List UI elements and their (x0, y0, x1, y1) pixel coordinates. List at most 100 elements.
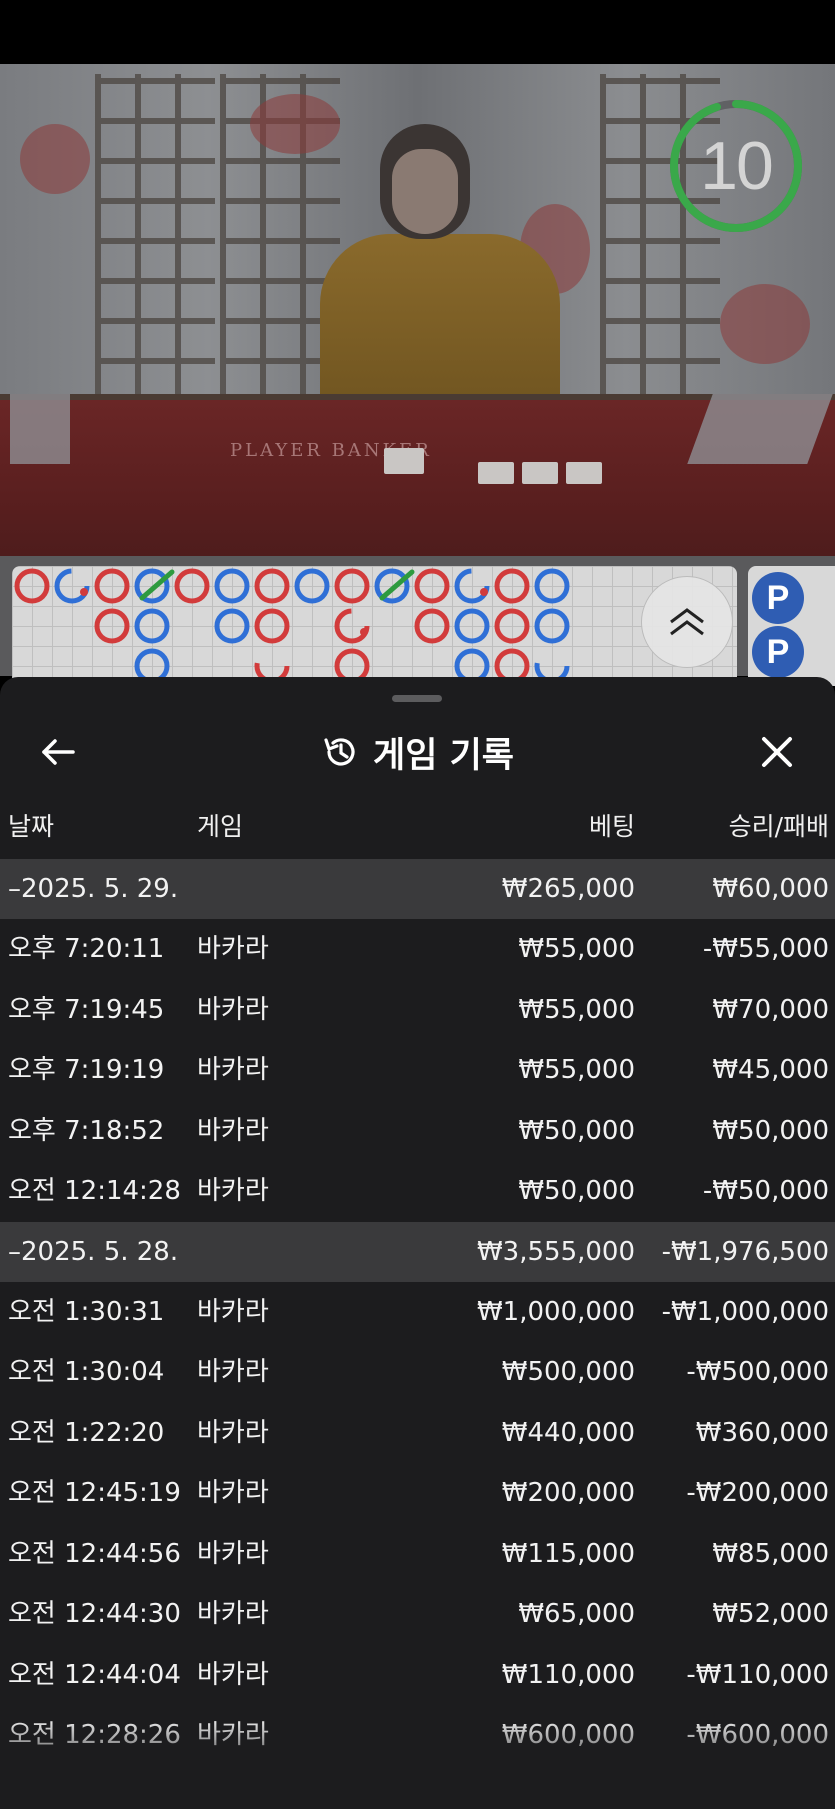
row-win-loss: ₩360,000 (695, 1417, 829, 1448)
banker-mark (334, 568, 370, 604)
row-time: 오전 12:44:04 (8, 1659, 181, 1690)
row-bet: ₩500,000 (501, 1357, 635, 1387)
table-row[interactable]: 오전 12:28:26 바카라 ₩600,000 -₩600,000 (0, 1705, 835, 1765)
table-row[interactable]: 오전 12:44:04 바카라 ₩110,000 -₩110,000 (0, 1645, 835, 1705)
banker-mark (94, 608, 130, 644)
player-mark (294, 568, 330, 604)
row-time: 오전 1:30:31 (8, 1296, 165, 1327)
banker-mark (174, 568, 210, 604)
table-row[interactable]: 오전 1:30:04 바카라 ₩500,000 -₩500,000 (0, 1342, 835, 1402)
playing-card (478, 462, 514, 484)
pair-dot (80, 588, 88, 596)
row-game: 바카라 (197, 1115, 269, 1146)
card-deck (10, 394, 70, 464)
status-bar (0, 0, 835, 64)
row-win-loss: ₩50,000 (712, 1115, 829, 1146)
table-row[interactable]: 오후 7:20:11 바카라 ₩55,000 -₩55,000 (0, 919, 835, 979)
sheet-drag-handle[interactable] (392, 695, 442, 702)
big-road-board (12, 566, 737, 686)
player-mark (134, 608, 170, 644)
blossom-decoration (720, 284, 810, 364)
row-win-loss: ₩70,000 (712, 994, 829, 1025)
row-bet: ₩440,000 (501, 1417, 635, 1448)
banker-mark (494, 568, 530, 604)
column-header-bet[interactable]: 베팅 (589, 807, 635, 843)
table-row[interactable]: 오전 12:14:28 바카라 ₩50,000 -₩50,000 (0, 1161, 835, 1221)
row-bet: ₩115,000 (501, 1538, 635, 1569)
countdown-number: 10 (700, 128, 774, 204)
column-header-date[interactable]: 날짜 (8, 807, 54, 843)
row-time: 오전 1:22:20 (8, 1417, 165, 1448)
table-row[interactable]: 오전 12:44:30 바카라 ₩65,000 ₩52,000 (0, 1584, 835, 1644)
player-prediction-badge[interactable]: P (752, 572, 804, 624)
double-chevron-up-icon (670, 608, 704, 636)
row-win-loss: -₩110,000 (686, 1659, 829, 1690)
banker-mark (494, 608, 530, 644)
player-prediction-badge[interactable]: P (752, 626, 804, 678)
row-game: 바카라 (197, 994, 269, 1025)
group-total-win-loss: ₩60,000 (712, 874, 829, 904)
close-button[interactable] (752, 729, 802, 775)
table-row[interactable]: 오전 12:44:56 바카라 ₩115,000 ₩85,000 (0, 1524, 835, 1584)
row-game: 바카라 (197, 1599, 269, 1629)
row-bet: ₩55,000 (518, 934, 635, 964)
row-game: 바카라 (197, 1055, 269, 1085)
row-bet: ₩50,000 (518, 1115, 635, 1146)
table-row[interactable]: 오전 1:22:20 바카라 ₩440,000 ₩360,000 (0, 1403, 835, 1463)
table-row[interactable]: 오후 7:19:45 바카라 ₩55,000 ₩70,000 (0, 980, 835, 1040)
column-header-win-loss[interactable]: 승리/패배 (729, 807, 829, 843)
row-bet: ₩200,000 (501, 1478, 635, 1508)
sheet-header: 게임 기록 (0, 717, 835, 787)
playing-card (384, 448, 424, 474)
banker-mark (414, 568, 450, 604)
group-total-win-loss: -₩1,976,500 (661, 1236, 829, 1267)
column-header-game[interactable]: 게임 (197, 807, 243, 843)
pair-dot (480, 588, 488, 596)
row-game: 바카라 (197, 1357, 269, 1387)
close-icon (762, 737, 792, 767)
playing-card (566, 462, 602, 484)
row-time: 오전 12:28:26 (8, 1720, 181, 1750)
group-date: –2025. 5. 29. (8, 874, 179, 904)
back-button[interactable] (30, 729, 86, 775)
row-time: 오후 7:19:45 (8, 994, 165, 1025)
row-win-loss: -₩500,000 (686, 1357, 829, 1387)
row-game: 바카라 (197, 1296, 269, 1327)
date-group-row[interactable]: –2025. 5. 29. ₩265,000 ₩60,000 (0, 859, 835, 919)
row-time: 오후 7:18:52 (8, 1115, 165, 1146)
row-game: 바카라 (197, 1417, 269, 1448)
blossom-decoration (250, 94, 340, 154)
banker-mark (14, 568, 50, 604)
group-total-bet: ₩265,000 (501, 874, 635, 904)
row-time: 오전 12:44:56 (8, 1538, 181, 1569)
row-time: 오후 7:20:11 (8, 934, 165, 964)
row-bet: ₩50,000 (518, 1176, 635, 1206)
row-win-loss: ₩45,000 (712, 1055, 829, 1085)
row-bet: ₩1,000,000 (476, 1296, 635, 1327)
table-row[interactable]: 오후 7:19:19 바카라 ₩55,000 ₩45,000 (0, 1040, 835, 1100)
prediction-panel: P P (748, 566, 835, 686)
game-history-sheet: 게임 기록 날짜 게임 베팅 승리/패배 –2025. 5. 29. ₩265,0… (0, 677, 835, 1809)
player-mark (54, 568, 90, 604)
group-date: –2025. 5. 28. (8, 1236, 179, 1267)
date-group-row[interactable]: –2025. 5. 28. ₩3,555,000 -₩1,976,500 (0, 1221, 835, 1282)
player-mark (534, 608, 570, 644)
player-mark (454, 568, 490, 604)
table-row[interactable]: 오후 7:18:52 바카라 ₩50,000 ₩50,000 (0, 1101, 835, 1161)
row-bet: ₩65,000 (518, 1599, 635, 1629)
player-mark (534, 568, 570, 604)
expand-roadmap-button[interactable] (641, 576, 733, 668)
row-time: 오전 12:45:19 (8, 1478, 181, 1508)
row-game: 바카라 (197, 1478, 269, 1508)
table-row[interactable]: 오전 1:30:31 바카라 ₩1,000,000 -₩1,000,000 (0, 1282, 835, 1342)
sheet-title-group: 게임 기록 (0, 717, 835, 787)
row-time: 오전 12:44:30 (8, 1599, 181, 1629)
row-win-loss: -₩55,000 (702, 934, 829, 964)
row-bet: ₩55,000 (518, 1055, 635, 1085)
table-row[interactable]: 오전 12:45:19 바카라 ₩200,000 -₩200,000 (0, 1463, 835, 1523)
player-mark (454, 608, 490, 644)
dealer-face (392, 149, 458, 234)
big-road-marks (14, 568, 570, 684)
banker-mark (254, 608, 290, 644)
row-time: 오전 1:30:04 (8, 1357, 165, 1387)
